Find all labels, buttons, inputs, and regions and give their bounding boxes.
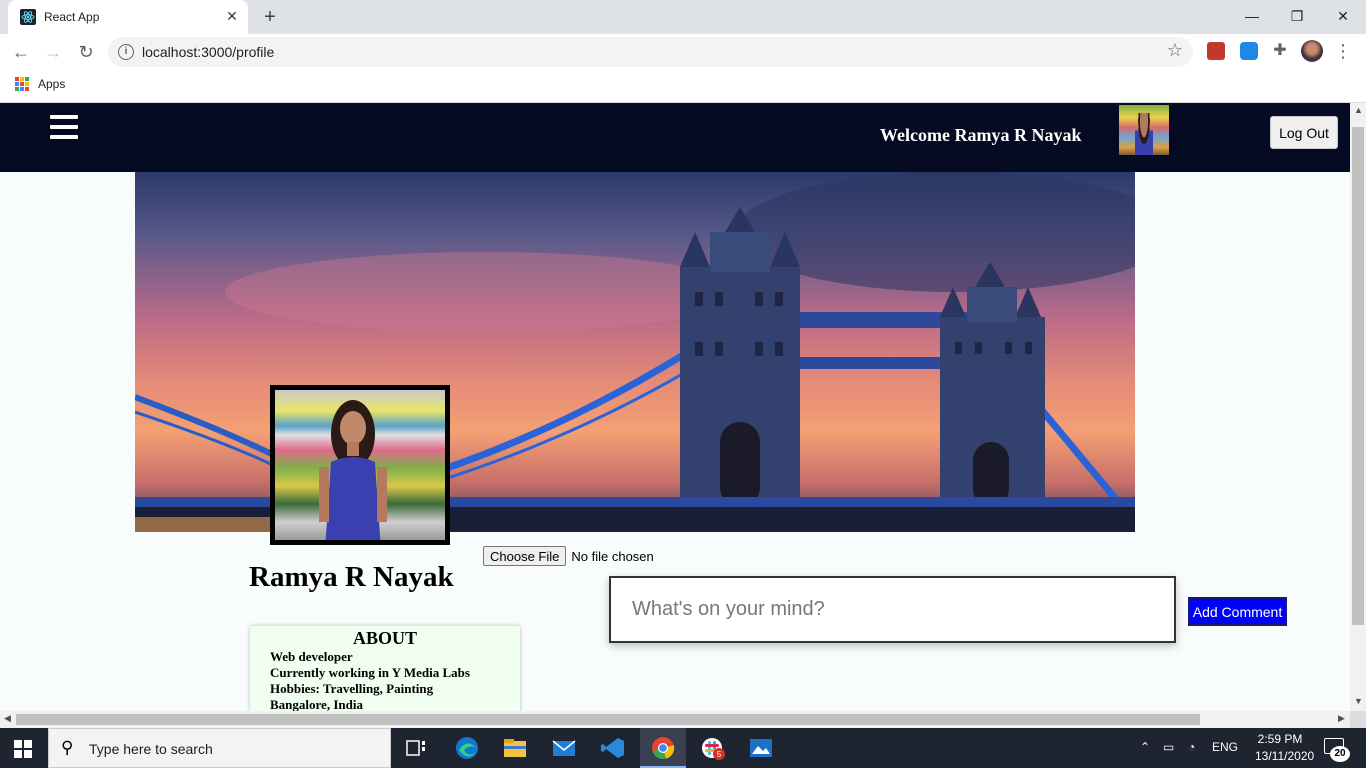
browser-tab[interactable]: React App ✕ [8,0,248,34]
forward-arrow-icon[interactable]: → [41,40,65,64]
extension-red-icon[interactable] [1207,42,1225,60]
browser-tabstrip: React App ✕ + — ❐ ✕ [0,0,1366,34]
windows-taskbar: ⚲ Type here to search 5 ⌃ ▭ ◔ ENG 2:59 P… [0,728,1366,768]
show-hidden-icons-icon[interactable]: ⌃ [1140,740,1150,754]
close-window-button[interactable]: ✕ [1323,4,1363,28]
choose-file-button[interactable]: Choose File [483,546,567,566]
scroll-left-icon[interactable]: ◀ [4,713,11,724]
vertical-scrollbar[interactable]: ▲ ▼ [1350,103,1366,711]
bookmarks-bar: Apps [0,70,1366,103]
back-arrow-icon[interactable]: ← [9,40,33,64]
navbar-avatar [1119,105,1169,155]
clock-time: 2:59 PM [1257,732,1303,746]
search-icon: ⚲ [61,738,74,757]
chrome-icon[interactable] [650,736,676,760]
vscode-icon[interactable] [600,736,626,760]
photos-icon[interactable] [748,736,774,760]
horizontal-scrollbar[interactable]: ◀ ▶ [0,711,1350,728]
vertical-scroll-thumb[interactable] [1352,127,1364,625]
reload-icon[interactable]: ↻ [74,40,98,64]
wifi-icon[interactable]: ◔ [1188,740,1195,754]
apps-grid-icon[interactable] [15,77,29,91]
notification-count: 20 [1330,746,1350,762]
edge-browser-icon[interactable] [454,736,480,760]
taskbar-clock[interactable]: 2:59 PM 13/11/2020 [1255,731,1315,765]
file-explorer-icon[interactable] [502,736,528,760]
mail-icon[interactable] [551,736,577,760]
scroll-right-icon[interactable]: ▶ [1338,713,1345,724]
person-silhouette [319,400,387,540]
welcome-text: Welcome Ramya R Nayak [880,125,1082,145]
file-status-text: No file chosen [571,548,654,564]
tab-title: React App [44,10,100,24]
task-view-icon[interactable] [404,736,430,760]
taskbar-search[interactable]: ⚲ Type here to search [48,728,391,768]
tab-close-icon[interactable]: ✕ [224,8,240,24]
site-info-icon[interactable]: i [118,44,134,60]
about-line: Currently working in Y Media Labs [270,665,470,680]
extensions-puzzle-icon[interactable]: ✚ [1271,42,1289,60]
about-line: Bangalore, India [270,697,363,711]
maximize-button[interactable]: ❐ [1277,4,1317,28]
extension-blue-icon[interactable] [1240,42,1258,60]
windows-start-icon[interactable] [14,740,32,758]
taskbar-search-placeholder: Type here to search [89,741,213,757]
language-indicator[interactable]: ENG [1212,740,1238,754]
hamburger-menu-icon[interactable] [50,115,78,141]
about-line: Hobbies: Travelling, Painting [270,681,434,696]
battery-icon[interactable]: ▭ [1163,740,1174,754]
slack-icon[interactable]: 5 [700,736,726,760]
address-bar[interactable]: i localhost:3000/profile ☆ [108,37,1193,67]
scroll-down-icon[interactable]: ▼ [1354,696,1363,706]
horizontal-scroll-thumb[interactable] [16,714,1200,725]
react-favicon-icon [20,9,36,25]
minimize-button[interactable]: — [1232,4,1272,28]
chrome-profile-avatar[interactable] [1301,40,1323,62]
profile-picture[interactable] [270,385,450,545]
clock-date: 13/11/2020 [1255,749,1315,763]
logout-button[interactable]: Log Out [1270,116,1338,149]
file-upload: Choose File No file chosen [483,545,654,567]
apps-bookmark[interactable]: Apps [38,77,65,91]
profile-name: Ramya R Nayak [249,561,454,593]
about-card: ABOUT Web developer Currently working in… [250,626,520,711]
profile-page: Welcome Ramya R Nayak Log Out Choose Fil… [0,103,1350,711]
bookmark-star-icon[interactable]: ☆ [1167,40,1183,61]
browser-toolbar: ← → ↻ i localhost:3000/profile ☆ ✚ ⋮ [0,34,1366,70]
add-comment-button[interactable]: Add Comment [1188,597,1287,626]
post-input[interactable] [609,576,1176,643]
scroll-corner [1350,711,1366,728]
about-heading: ABOUT [352,628,417,648]
app-navbar: Welcome Ramya R Nayak Log Out [0,103,1350,172]
about-line: Web developer [270,649,353,664]
slack-badge: 5 [717,750,722,759]
new-tab-button[interactable]: + [260,6,280,28]
chrome-menu-icon[interactable]: ⋮ [1334,40,1352,64]
url-text[interactable]: localhost:3000/profile [142,44,274,60]
scroll-up-icon[interactable]: ▲ [1354,105,1363,115]
